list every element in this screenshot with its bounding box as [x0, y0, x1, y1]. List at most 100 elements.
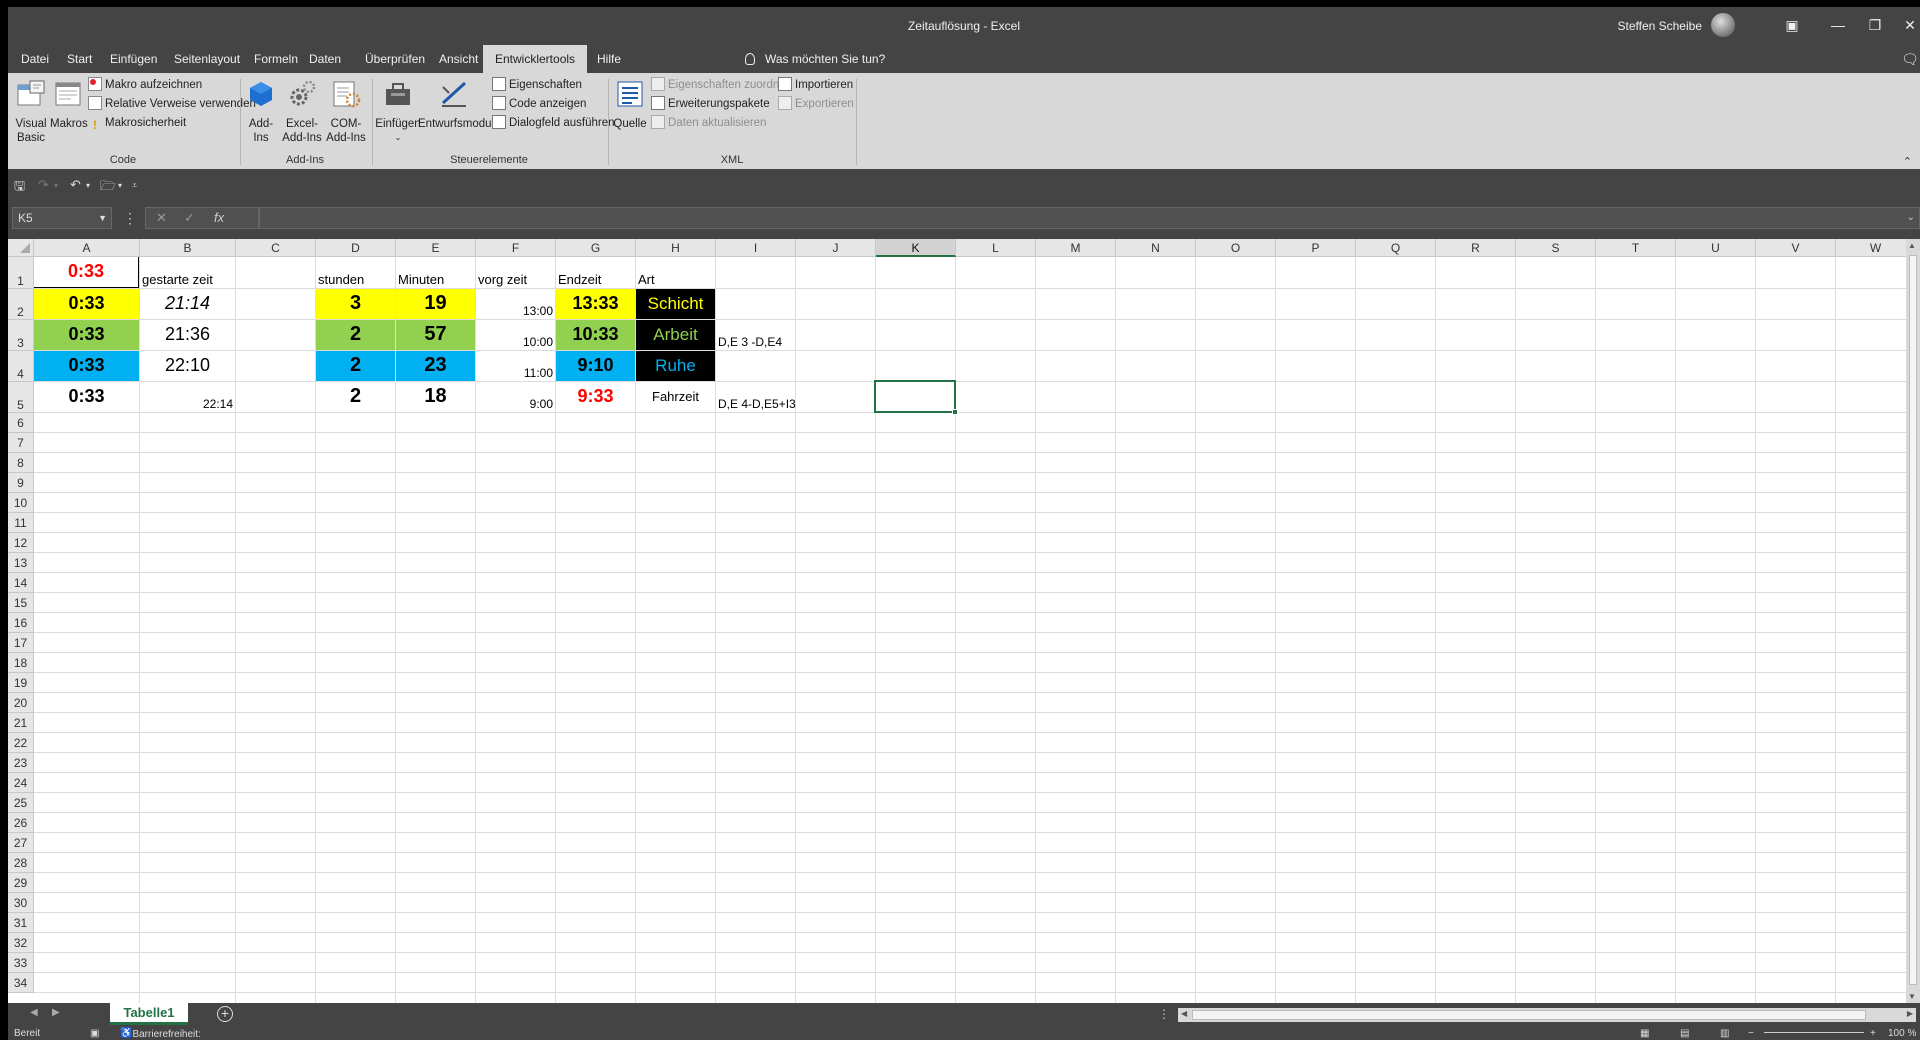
- view-code-button[interactable]: Code anzeigen: [492, 94, 586, 114]
- row-header-34[interactable]: 34: [8, 973, 34, 993]
- cell-a5[interactable]: 0:33: [34, 382, 139, 412]
- insert-function-icon[interactable]: fx: [214, 210, 224, 225]
- redo-dropdown-icon[interactable]: ▾: [54, 181, 58, 190]
- scroll-down-icon[interactable]: ▼: [1908, 992, 1916, 1001]
- cell-a3[interactable]: 0:33: [34, 320, 139, 350]
- column-header-q[interactable]: Q: [1356, 239, 1436, 257]
- design-mode-button[interactable]: Entwurfsmodus: [418, 77, 497, 131]
- cell-a1[interactable]: 0:33: [34, 257, 139, 288]
- undo-dropdown-icon[interactable]: ▾: [86, 181, 90, 190]
- tab-einfuegen[interactable]: Einfügen: [102, 45, 165, 73]
- worksheet-grid[interactable]: ABCDEFGHIJKLMNOPQRSTUVW 1 2 3 4 5 6 7 8 9 10 11 12 1…: [8, 239, 1920, 1003]
- cell-h3[interactable]: Arbeit: [636, 320, 715, 350]
- horizontal-scrollbar[interactable]: ◀ ▶: [1178, 1008, 1916, 1022]
- active-cell-selection[interactable]: [874, 380, 958, 415]
- row-header-32[interactable]: 32: [8, 933, 34, 953]
- cell-g4[interactable]: 9:10: [556, 351, 635, 381]
- tab-datei[interactable]: Datei: [13, 45, 57, 73]
- column-header-u[interactable]: U: [1676, 239, 1756, 257]
- fill-handle[interactable]: [952, 409, 958, 415]
- xml-source-button[interactable]: Quelle: [612, 77, 648, 131]
- tab-ansicht[interactable]: Ansicht: [431, 45, 486, 73]
- column-header-l[interactable]: L: [956, 239, 1036, 257]
- open-dropdown-icon[interactable]: ▾: [118, 181, 122, 190]
- cell-e1[interactable]: Minuten: [396, 257, 475, 288]
- user-name[interactable]: Steffen Scheibe: [1617, 19, 1702, 33]
- row-header-20[interactable]: 20: [8, 693, 34, 713]
- cell-d4[interactable]: 2: [316, 351, 395, 381]
- column-header-w[interactable]: W: [1836, 239, 1916, 257]
- row-header-18[interactable]: 18: [8, 653, 34, 673]
- column-header-c[interactable]: C: [236, 239, 316, 257]
- select-all-button[interactable]: [8, 239, 34, 257]
- cell-f5[interactable]: 9:00: [476, 382, 555, 412]
- formula-input[interactable]: ⌄: [259, 207, 1920, 229]
- refresh-data-button[interactable]: Daten aktualisieren: [651, 113, 766, 133]
- cell-e3[interactable]: 57: [396, 320, 475, 350]
- row-header-24[interactable]: 24: [8, 773, 34, 793]
- properties-button[interactable]: Eigenschaften: [492, 75, 582, 95]
- row-header-13[interactable]: 13: [8, 553, 34, 573]
- zoom-level[interactable]: 100 %: [1888, 1028, 1916, 1039]
- cell-e4[interactable]: 23: [396, 351, 475, 381]
- column-header-s[interactable]: S: [1516, 239, 1596, 257]
- undo-icon[interactable]: ↶: [70, 177, 81, 193]
- column-header-m[interactable]: M: [1036, 239, 1116, 257]
- cell-d5[interactable]: 2: [316, 382, 395, 412]
- cell-g3[interactable]: 10:33: [556, 320, 635, 350]
- cell-f3[interactable]: 10:00: [476, 320, 555, 350]
- sheet-tab-tabelle1[interactable]: Tabelle1: [110, 1003, 188, 1025]
- macro-record-icon[interactable]: ▣: [90, 1028, 99, 1039]
- page-layout-view-icon[interactable]: ▤: [1680, 1028, 1689, 1039]
- zoom-slider[interactable]: [1764, 1032, 1864, 1033]
- page-break-view-icon[interactable]: ▥: [1720, 1028, 1729, 1039]
- cell-h5[interactable]: Fahrzeit: [636, 382, 715, 412]
- collapse-ribbon-icon[interactable]: ⌃: [1903, 155, 1912, 168]
- column-header-t[interactable]: T: [1596, 239, 1676, 257]
- cell-area[interactable]: 0:33 gestarte zeit stunden Minuten vorg zeit…: [34, 257, 1906, 1003]
- row-header-7[interactable]: 7: [8, 433, 34, 453]
- macro-security-button[interactable]: ! Makrosicherheit: [88, 113, 186, 133]
- insert-control-button[interactable]: Einfügen ⌄: [374, 77, 422, 145]
- cell-b5[interactable]: 22:14: [140, 382, 235, 412]
- chevron-down-icon[interactable]: ▼: [98, 208, 107, 228]
- minimize-icon[interactable]: —: [1828, 15, 1848, 35]
- tab-hilfe[interactable]: Hilfe: [589, 45, 629, 73]
- enter-icon[interactable]: ✓: [184, 210, 195, 226]
- row-header-25[interactable]: 25: [8, 793, 34, 813]
- row-header-8[interactable]: 8: [8, 453, 34, 473]
- column-header-r[interactable]: R: [1436, 239, 1516, 257]
- cell-f2[interactable]: 13:00: [476, 289, 555, 319]
- cell-h2[interactable]: Schicht: [636, 289, 715, 319]
- row-header-1[interactable]: 1: [8, 257, 34, 289]
- row-header-27[interactable]: 27: [8, 833, 34, 853]
- scroll-left-icon[interactable]: ◀: [1181, 1009, 1187, 1018]
- row-header-4[interactable]: 4: [8, 351, 34, 382]
- cell-e5[interactable]: 18: [396, 382, 475, 412]
- comments-icon[interactable]: 🗨: [1900, 49, 1920, 69]
- redo-icon[interactable]: ↷: [38, 177, 49, 193]
- row-header-33[interactable]: 33: [8, 953, 34, 973]
- tab-formeln[interactable]: Formeln: [246, 45, 306, 73]
- import-button[interactable]: Importieren: [778, 75, 853, 95]
- prev-sheet-icon[interactable]: ◀: [30, 1007, 38, 1018]
- row-header-19[interactable]: 19: [8, 673, 34, 693]
- tab-start[interactable]: Start: [59, 45, 100, 73]
- makros-button[interactable]: Makros: [50, 77, 88, 131]
- vertical-scroll-thumb[interactable]: [1909, 255, 1917, 985]
- tab-entwicklertools[interactable]: Entwicklertools: [483, 45, 588, 73]
- row-header-15[interactable]: 15: [8, 593, 34, 613]
- zoom-in-icon[interactable]: +: [1870, 1028, 1876, 1039]
- ribbon-display-options-icon[interactable]: ▣: [1782, 15, 1802, 35]
- cell-i5[interactable]: D,E 4-D,E5+I3: [716, 382, 796, 412]
- row-header-6[interactable]: 6: [8, 413, 34, 433]
- next-sheet-icon[interactable]: ▶: [52, 1007, 60, 1018]
- restore-icon[interactable]: ❐: [1865, 15, 1885, 35]
- customize-qat-icon[interactable]: ⩡: [132, 180, 137, 191]
- relative-refs-button[interactable]: Relative Verweise verwenden: [88, 94, 256, 114]
- add-sheet-icon[interactable]: +: [217, 1006, 233, 1022]
- excel-addins-button[interactable]: Excel- Add-Ins: [280, 77, 324, 145]
- normal-view-icon[interactable]: ▦: [1640, 1028, 1649, 1039]
- cell-a2[interactable]: 0:33: [34, 289, 139, 319]
- close-icon[interactable]: ✕: [1900, 15, 1920, 35]
